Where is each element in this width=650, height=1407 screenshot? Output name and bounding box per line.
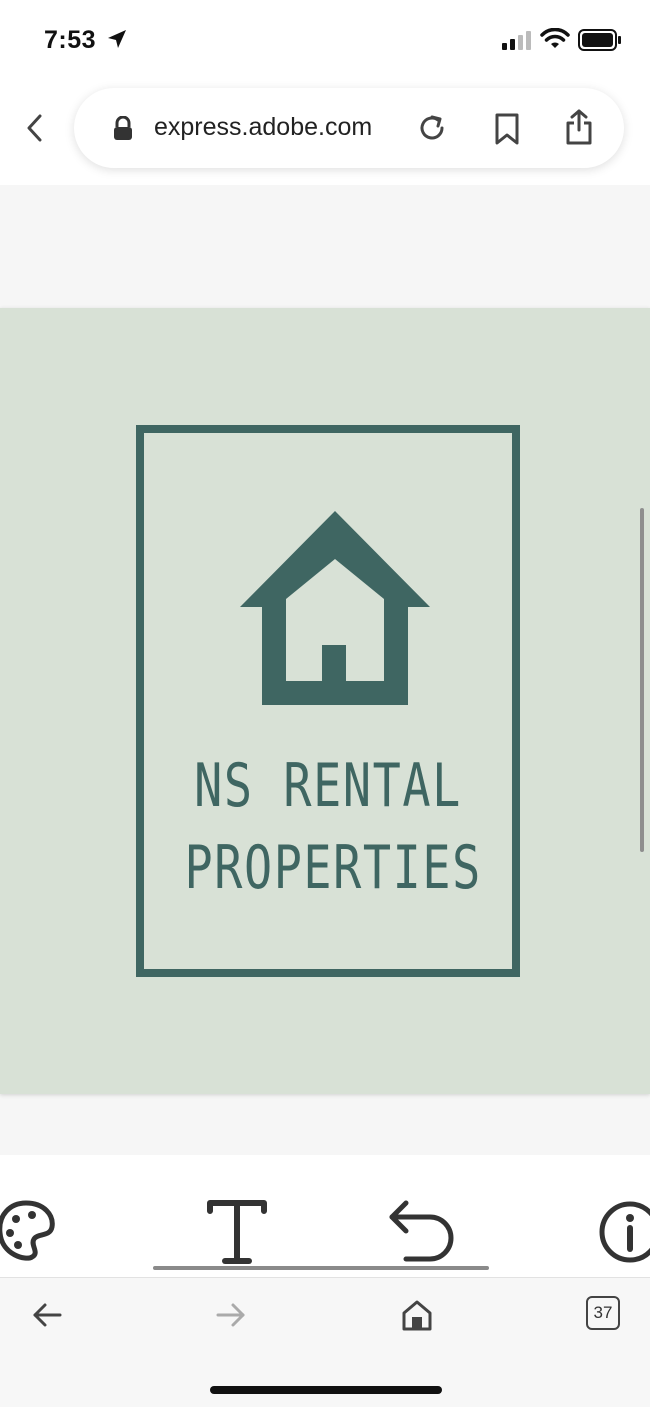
page-content: NS RENTAL PROPERTIES [0,185,650,1155]
cellular-signal-icon [502,31,531,50]
editor-toolbar [0,1155,650,1277]
text-icon[interactable] [206,1199,268,1265]
browser-bottom-bar: 37 [0,1277,650,1407]
back-arrow-icon[interactable] [30,1298,64,1332]
toolbar-scrollbar[interactable] [153,1266,489,1270]
home-icon[interactable] [400,1298,434,1332]
reload-icon[interactable] [416,112,448,144]
location-arrow-icon [108,30,126,48]
canvas-scrollbar[interactable] [640,508,644,852]
color-palette-icon[interactable] [0,1199,56,1263]
status-bar: 7:53 [0,0,650,80]
battery-icon [578,29,621,51]
url-text[interactable]: express.adobe.com [154,113,372,142]
brand-name-line2[interactable]: PROPERTIES [184,833,480,903]
lock-icon [114,116,132,140]
status-time: 7:53 [44,26,97,54]
tabs-icon[interactable]: 37 [586,1296,620,1330]
house-icon[interactable] [240,511,430,705]
design-canvas[interactable]: NS RENTAL PROPERTIES [0,308,650,1094]
brand-name-line1[interactable]: NS RENTAL [184,751,471,821]
undo-icon[interactable] [386,1199,454,1265]
logo-frame[interactable]: NS RENTAL PROPERTIES [136,425,520,977]
home-indicator[interactable] [210,1386,442,1394]
info-icon[interactable] [598,1199,650,1265]
wifi-icon [540,28,570,48]
share-icon[interactable] [564,108,594,146]
back-chevron-icon[interactable] [20,112,52,144]
address-bar[interactable]: express.adobe.com [74,88,624,168]
forward-arrow-icon[interactable] [214,1298,248,1332]
bookmark-icon[interactable] [492,112,522,146]
